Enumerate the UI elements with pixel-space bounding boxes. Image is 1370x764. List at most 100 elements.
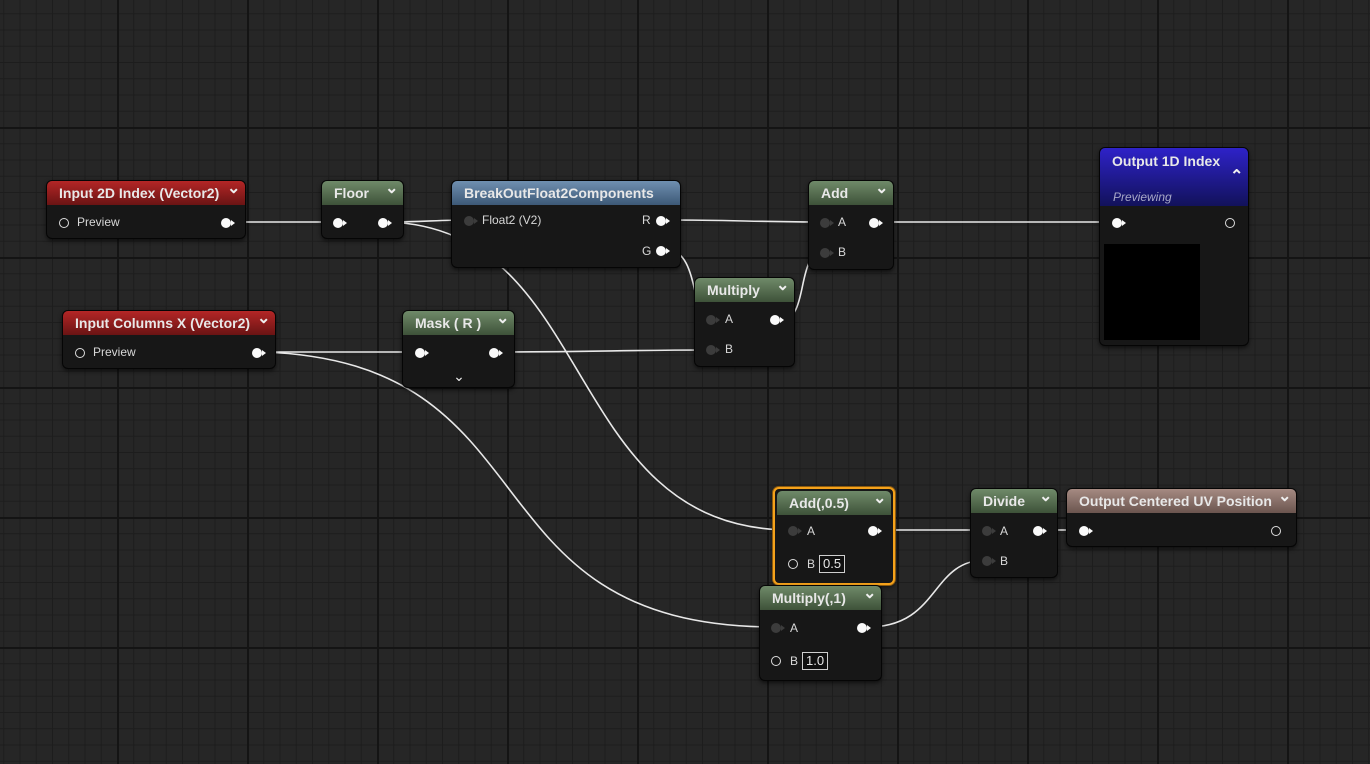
node-title: Divide	[983, 493, 1026, 509]
chevron-down-icon[interactable]	[496, 311, 508, 335]
r-output-pin-icon[interactable]	[656, 216, 670, 226]
a-label: A	[838, 215, 847, 229]
chevron-down-icon[interactable]	[1278, 489, 1290, 513]
preview-thumbnail	[1104, 244, 1200, 340]
b-value-field[interactable]: 1.0	[802, 652, 829, 670]
a-label: A	[790, 621, 799, 635]
output-pin-icon[interactable]	[869, 218, 883, 228]
b-label: B	[807, 557, 816, 571]
node-multiply-one[interactable]: Multiply(,1) A B 1.0	[759, 585, 882, 681]
node-header[interactable]: Add	[809, 181, 893, 205]
node-input-2d-index[interactable]: Input 2D Index (Vector2) Preview	[46, 180, 246, 239]
a-label: A	[1000, 524, 1009, 538]
node-header[interactable]: Input 2D Index (Vector2)	[47, 181, 245, 205]
node-header[interactable]: Mask ( R )	[403, 311, 514, 335]
output-pin-icon[interactable]	[868, 526, 882, 536]
node-output-1d-index[interactable]: Output 1D Index Previewing	[1099, 147, 1249, 346]
node-header[interactable]: BreakOutFloat2Components	[452, 181, 680, 205]
output-pin-icon[interactable]	[1225, 218, 1235, 228]
node-header[interactable]: Floor	[322, 181, 403, 205]
output-pin-icon[interactable]	[1033, 526, 1047, 536]
wire-columns-multiplyone	[262, 351, 776, 628]
wire-mask-multiply	[499, 349, 712, 353]
input-pin-icon[interactable]	[464, 216, 478, 226]
chevron-down-icon[interactable]	[1039, 489, 1051, 513]
preview-label: Preview	[77, 215, 120, 229]
node-header[interactable]: Input Columns X (Vector2)	[63, 311, 275, 335]
chevron-down-icon[interactable]	[257, 311, 269, 335]
node-title: Input Columns X (Vector2)	[75, 315, 251, 331]
node-title: Floor	[334, 185, 369, 201]
node-title: Output Centered UV Position	[1079, 493, 1272, 509]
a-input-pin-icon[interactable]	[820, 218, 834, 228]
input-pin-icon[interactable]	[1079, 526, 1093, 536]
node-header[interactable]: Divide	[971, 489, 1057, 513]
node-header[interactable]: Multiply	[695, 278, 794, 302]
node-title: Multiply	[707, 282, 760, 298]
node-title: Add	[821, 185, 849, 201]
b-value-field[interactable]: 0.5	[819, 555, 846, 573]
a-input-pin-icon[interactable]	[706, 315, 720, 325]
b-input-pin-icon[interactable]	[788, 559, 798, 569]
output-pin-icon[interactable]	[252, 348, 266, 358]
node-header[interactable]: Add(,0.5)	[777, 491, 891, 515]
chevron-down-icon[interactable]	[227, 181, 239, 205]
output-pin-icon[interactable]	[489, 348, 503, 358]
node-floor[interactable]: Floor	[321, 180, 404, 239]
node-header[interactable]: Multiply(,1)	[760, 586, 881, 610]
b-input-pin-icon[interactable]	[771, 656, 781, 666]
b-label: B	[1000, 554, 1009, 568]
node-add-half[interactable]: Add(,0.5) A B 0.5	[773, 487, 895, 585]
output-pin-icon[interactable]	[221, 218, 235, 228]
b-label: B	[790, 654, 799, 668]
node-divide[interactable]: Divide A B	[970, 488, 1058, 578]
node-title: Multiply(,1)	[772, 590, 846, 606]
graph-canvas[interactable]: Input 2D Index (Vector2) Preview Floor B…	[0, 0, 1370, 764]
b-input-pin-icon[interactable]	[982, 556, 996, 566]
chevron-down-icon[interactable]	[776, 278, 788, 302]
wire-layer	[233, 219, 1116, 628]
node-title: Input 2D Index (Vector2)	[59, 185, 220, 201]
chevron-up-icon[interactable]	[1230, 164, 1242, 188]
wire-breakout-r-add	[666, 219, 825, 223]
output-pin-icon[interactable]	[1271, 526, 1281, 536]
chevron-down-icon[interactable]	[863, 586, 875, 610]
output-pin-icon[interactable]	[857, 623, 871, 633]
preview-pin-icon[interactable]	[75, 348, 85, 358]
node-multiply[interactable]: Multiply A B	[694, 277, 795, 367]
node-mask-r[interactable]: Mask ( R )	[402, 310, 515, 388]
g-output-pin-icon[interactable]	[656, 246, 670, 256]
b-input-pin-icon[interactable]	[820, 248, 834, 258]
preview-pin-icon[interactable]	[59, 218, 69, 228]
node-add[interactable]: Add A B	[808, 180, 894, 270]
r-output-label: R	[642, 213, 651, 227]
chevron-down-icon[interactable]	[385, 181, 397, 205]
b-input-pin-icon[interactable]	[706, 345, 720, 355]
node-output-centered-uv[interactable]: Output Centered UV Position	[1066, 488, 1297, 547]
node-title: Mask ( R )	[415, 315, 482, 331]
node-title: Output 1D Index	[1112, 153, 1221, 169]
output-pin-icon[interactable]	[378, 218, 392, 228]
a-input-pin-icon[interactable]	[788, 526, 802, 536]
node-input-columns-x[interactable]: Input Columns X (Vector2) Preview	[62, 310, 276, 369]
input-pin-icon[interactable]	[1112, 218, 1126, 228]
g-output-label: G	[642, 244, 652, 258]
node-breakout-float2[interactable]: BreakOutFloat2Components Float2 (V2) R G	[451, 180, 681, 268]
expand-chevron-icon[interactable]	[452, 371, 466, 383]
node-title: BreakOutFloat2Components	[464, 185, 654, 201]
a-input-pin-icon[interactable]	[771, 623, 785, 633]
a-input-pin-icon[interactable]	[982, 526, 996, 536]
previewing-label: Previewing	[1113, 190, 1172, 204]
a-label: A	[725, 312, 734, 326]
chevron-down-icon[interactable]	[875, 181, 887, 205]
chevron-down-icon[interactable]	[873, 491, 885, 515]
output-pin-icon[interactable]	[770, 315, 784, 325]
node-title: Add(,0.5)	[789, 495, 849, 511]
input-pin-icon[interactable]	[415, 348, 429, 358]
node-header[interactable]: Output 1D Index Previewing	[1100, 148, 1248, 206]
preview-label: Preview	[93, 345, 136, 359]
float2-input-label: Float2 (V2)	[482, 213, 542, 227]
a-label: A	[807, 524, 816, 538]
node-header[interactable]: Output Centered UV Position	[1067, 489, 1296, 513]
input-pin-icon[interactable]	[333, 218, 347, 228]
